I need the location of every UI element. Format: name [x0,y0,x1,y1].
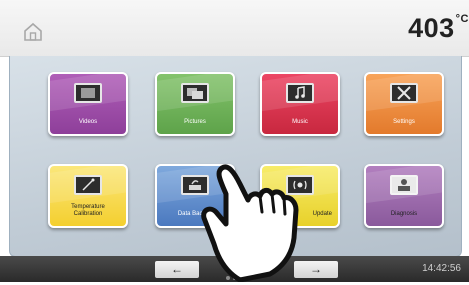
tile-videos[interactable]: Videos [48,72,128,136]
tile-label: Music [292,119,308,125]
page-dot-active [233,276,237,280]
backup-icon [181,175,209,195]
page-dot [240,276,244,280]
diagnosis-icon [390,175,418,195]
picture-icon [181,83,209,103]
tile-diagnosis[interactable]: Diagnosis [364,164,444,228]
bottom-bar: ← → 14:42:56 [0,256,469,282]
temperature-unit: °C [455,13,469,25]
home-icon[interactable] [22,20,44,42]
tile-label: Pictures [184,119,206,125]
tile-settings[interactable]: Settings [364,72,444,136]
settings-icon [390,83,418,103]
update-icon [286,175,314,195]
tile-music[interactable]: Music [260,72,340,136]
page-indicator [226,267,247,285]
tile-pictures[interactable]: Pictures [155,72,235,136]
temperature-value: 403 [408,13,455,43]
page-dot [226,276,230,280]
tile-label: Data Backup [177,211,213,217]
tile-data-backup[interactable]: Data Backup [155,164,235,228]
calibration-icon [74,175,102,195]
clock: 14:42:56 [422,263,461,274]
top-bar: 403°C [0,0,469,57]
tile-label: Videos [78,119,98,125]
music-icon [286,83,314,103]
tile-label: Diagnosis [390,211,418,217]
tile-temperature-calibration[interactable]: Temperature Calibration [48,164,128,228]
menu-panel: Videos Pictures Music Settings Temperatu… [9,56,462,257]
temperature-display: 403°C [408,13,469,44]
tile-update[interactable]: Update [260,164,340,228]
next-page-button[interactable]: → [294,261,338,278]
tile-label: Update [312,211,332,217]
tile-label: Settings [393,119,415,125]
tile-label: Temperature Calibration [71,204,105,217]
prev-page-button[interactable]: ← [155,261,199,278]
video-icon [74,83,102,103]
